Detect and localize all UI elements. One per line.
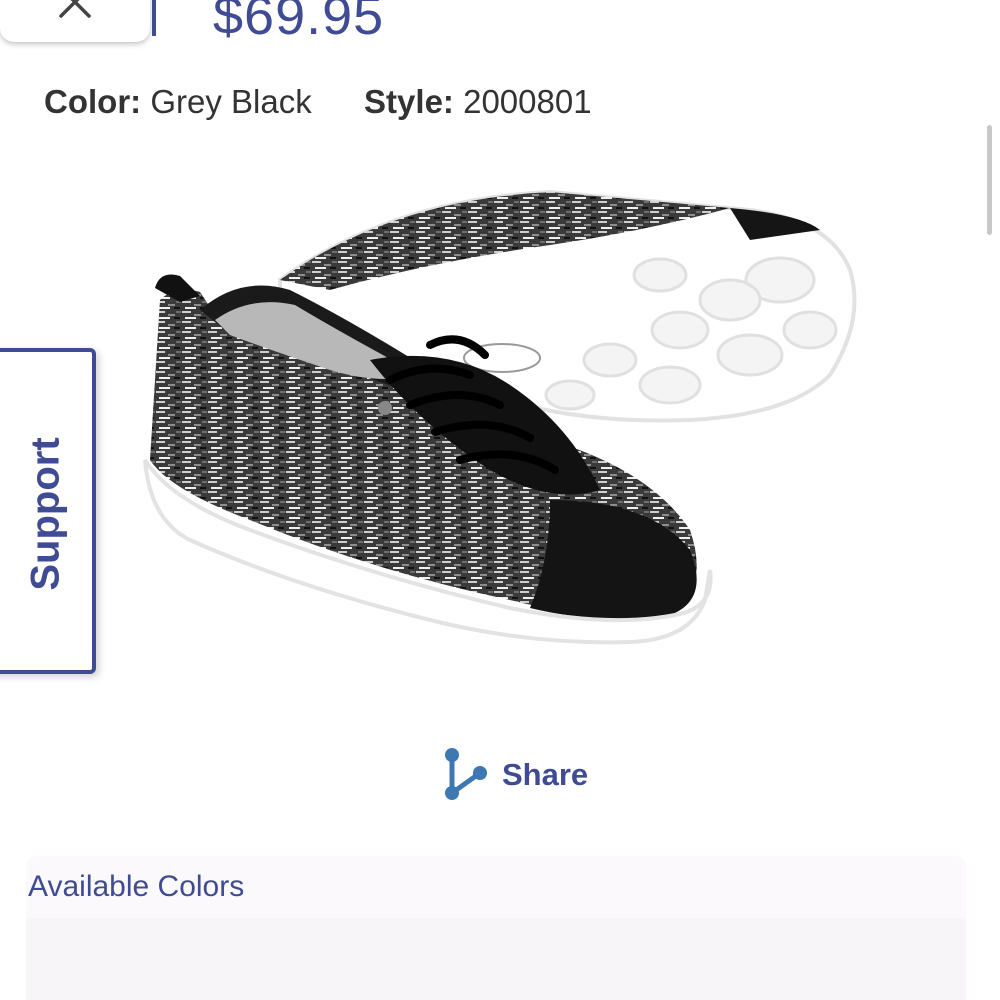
available-colors-panel: Available Colors <box>26 856 966 1000</box>
close-icon <box>59 0 91 18</box>
product-price: $69.95 <box>213 0 385 46</box>
color-swatches-area <box>26 918 966 1000</box>
share-button[interactable]: Share <box>440 745 588 805</box>
product-page: $69.95 Color: Grey Black Style: 2000801 <box>0 0 1000 1000</box>
color-value: Grey Black <box>150 83 312 120</box>
price-divider <box>152 0 156 36</box>
style-value: 2000801 <box>463 83 592 120</box>
style-label: Style: <box>364 83 454 120</box>
available-colors-title: Available Colors <box>28 870 245 903</box>
color-label: Color: <box>44 83 142 120</box>
product-image[interactable] <box>130 170 890 710</box>
support-label: Support <box>23 437 68 591</box>
share-label: Share <box>502 757 589 792</box>
support-tab[interactable]: Support <box>0 348 96 674</box>
product-meta: Color: Grey Black Style: 2000801 <box>44 80 592 124</box>
close-button[interactable] <box>0 0 150 42</box>
scrollbar[interactable] <box>987 125 992 235</box>
share-icon <box>445 748 487 800</box>
